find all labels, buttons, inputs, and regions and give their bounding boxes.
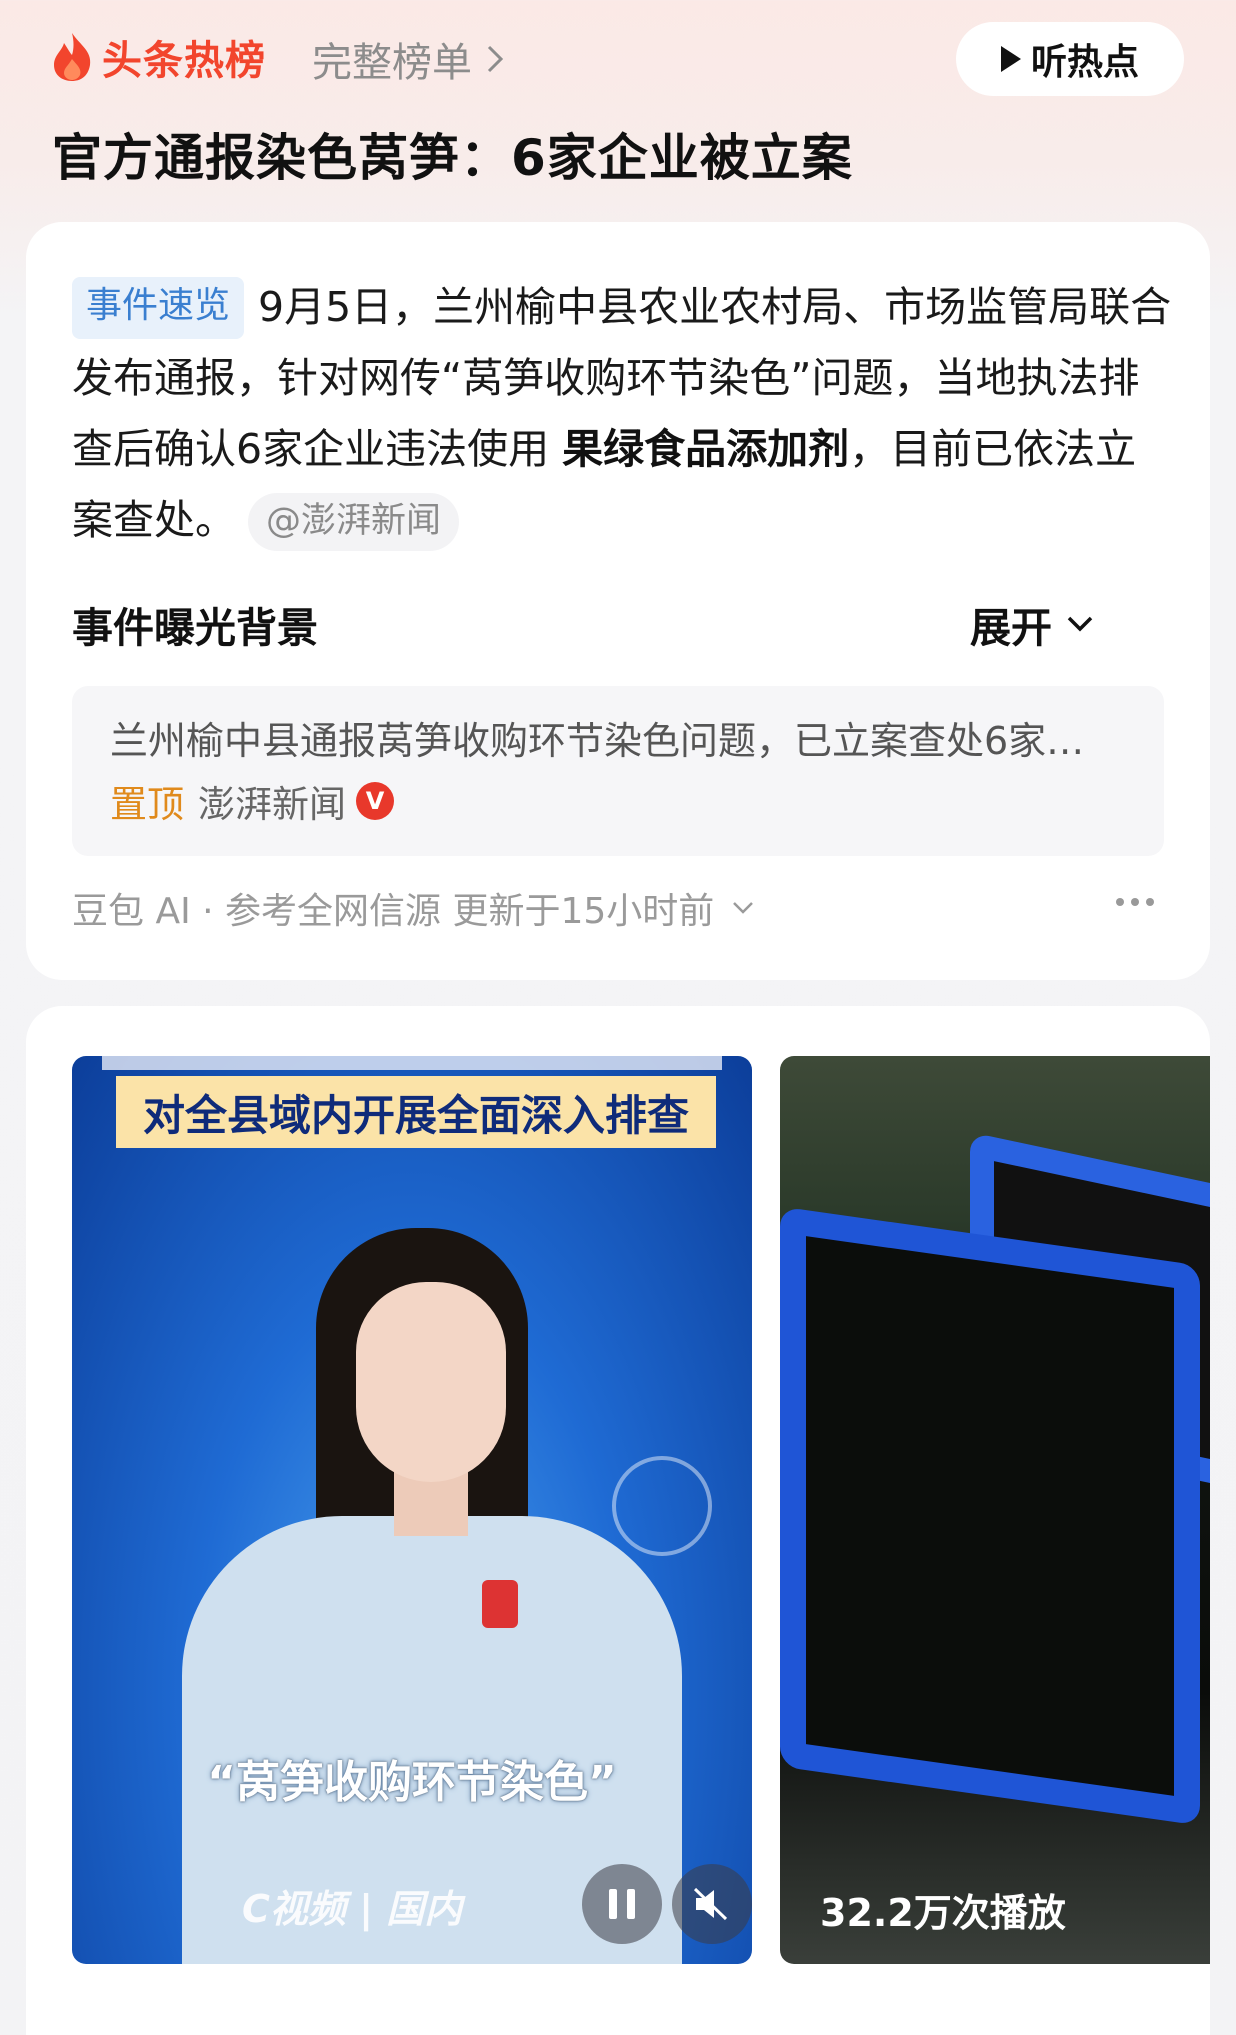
listen-hot-label: 听热点 [1030,42,1139,83]
top-bar: 头条热榜 完整榜单 听热点 官方通报染色莴笋：6家企业被立案 [0,0,1236,230]
watermark-logo-icon [612,1456,712,1556]
full-list-link[interactable]: 完整榜单 [312,30,504,88]
video-subtitle: “莴笋收购环节染色” [207,1757,617,1808]
video-channel-brand: C视频 | 国内 [242,1887,463,1931]
news-item-title: 兰州榆中县通报莴笋收购环节染色问题，已立案查处6家… [110,719,1085,763]
hot-list-brand[interactable]: 头条热榜 [50,28,266,86]
news-item-meta: 置顶 澎湃新闻 V [110,774,394,828]
chevron-down-icon [733,902,754,914]
video-card: 对全县域内开展全面深入排查 “莴笋收购环节染色” C视频 | 国内 32.2万次… [26,1006,1210,2035]
ai-source-text: 豆包 AI · 参考全网信源 更新于15小时前 [72,891,715,932]
blue-tray-image [780,1206,1200,1826]
event-overview-tag: 事件速览 [72,277,245,339]
news-item[interactable]: 兰州榆中县通报莴笋收购环节染色问题，已立案查处6家… 置顶 澎湃新闻 V [72,686,1164,856]
video-banner-caption: 对全县域内开展全面深入排查 [116,1076,716,1148]
verified-badge-icon: V [356,782,394,820]
section-title: 事件曝光背景 [72,604,318,652]
mute-icon [693,1887,728,1921]
event-summary-card: 事件速览 9月5日，兰州榆中县农业农村局、市场监管局联合发布通报，针对网传“莴笋收… [26,222,1210,980]
video-player-main[interactable]: 对全县域内开展全面深入排查 “莴笋收购环节染色” C视频 | 国内 [72,1056,752,1964]
listen-hot-button[interactable]: 听热点 [956,22,1184,96]
chevron-right-icon [487,45,504,73]
video-top-strip [102,1056,722,1070]
microphone-icon [482,1580,518,1628]
pause-icon [609,1889,617,1919]
play-count: 32.2万次播放 [820,1891,1066,1935]
expand-label: 展开 [970,604,1052,652]
summary-highlight: 果绿食品添加剂 [562,425,850,473]
page-title: 官方通报染色莴笋：6家企业被立案 [52,129,853,187]
pause-button[interactable] [582,1864,662,1944]
event-summary-text: 事件速览 9月5日，兰州榆中县农业农村局、市场监管局联合发布通报，针对网传“莴笋收… [72,272,1172,556]
full-list-label: 完整榜单 [312,40,472,86]
mute-button[interactable] [672,1864,752,1944]
pinned-label: 置顶 [110,783,184,826]
more-dots-icon[interactable] [1116,898,1161,906]
ai-source-footer[interactable]: 豆包 AI · 参考全网信源 更新于15小时前 [72,882,754,934]
expand-button[interactable]: 展开 [970,594,1094,654]
news-source: 澎湃新闻 [198,783,346,826]
play-icon [1000,46,1021,72]
anchor-face [356,1282,506,1482]
source-chip[interactable]: @澎湃新闻 [248,493,460,551]
video-player-secondary[interactable]: 32.2万次播放 [780,1056,1210,1964]
brand-title: 头条热榜 [102,38,266,84]
flame-icon [54,33,91,81]
chevron-down-icon [1067,616,1093,632]
